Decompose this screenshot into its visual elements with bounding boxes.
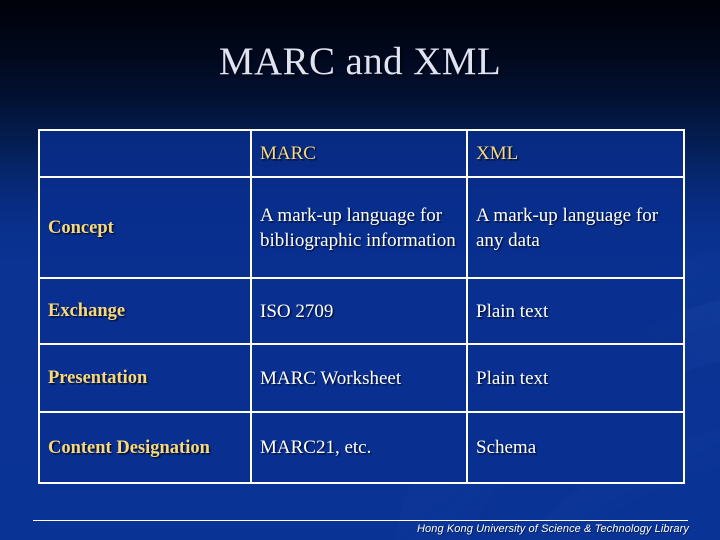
cell-presentation-xml: Plain text: [466, 343, 685, 413]
row-label-presentation: Presentation: [38, 343, 252, 413]
table-row: Content Designation MARC21, etc. Schema: [38, 411, 685, 484]
table-row: Concept A mark-up language for bibliogra…: [38, 176, 685, 279]
comparison-table: MARC XML Concept A mark-up language for …: [38, 129, 685, 484]
table-header-corner: [38, 129, 252, 178]
table-header-row: MARC XML: [38, 129, 685, 178]
table-row: Presentation MARC Worksheet Plain text: [38, 343, 685, 413]
page-title: MARC and XML: [218, 40, 502, 83]
cell-content-designation-xml: Schema: [466, 411, 685, 484]
cell-concept-xml: A mark-up language for any data: [466, 176, 685, 279]
slide: MARC and XML MARC XML Concept A mark-up …: [0, 0, 720, 540]
cell-exchange-xml: Plain text: [466, 277, 685, 345]
cell-exchange-marc: ISO 2709: [250, 277, 468, 345]
cell-presentation-marc: MARC Worksheet: [250, 343, 468, 413]
table-row: Exchange ISO 2709 Plain text: [38, 277, 685, 345]
row-label-exchange: Exchange: [38, 277, 252, 345]
row-label-concept: Concept: [38, 176, 252, 279]
table-header-xml: XML: [466, 129, 685, 178]
footer-divider: [33, 520, 688, 521]
footer-credit: Hong Kong University of Science & Techno…: [417, 523, 689, 535]
row-label-content-designation: Content Designation: [38, 411, 252, 484]
cell-content-designation-marc: MARC21, etc.: [250, 411, 468, 484]
cell-concept-marc: A mark-up language for bibliographic inf…: [250, 176, 468, 279]
table-header-marc: MARC: [250, 129, 468, 178]
